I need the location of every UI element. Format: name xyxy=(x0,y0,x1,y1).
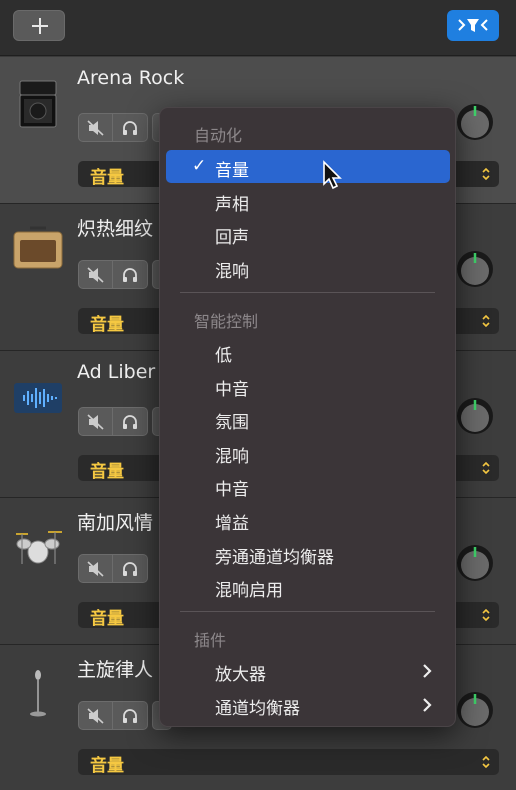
menu-item-reverb-smart[interactable]: 混响 xyxy=(166,436,450,469)
menu-item-mid[interactable]: 中音 xyxy=(166,369,450,402)
chevron-updown-icon xyxy=(482,167,490,181)
menu-item-amplifier[interactable]: 放大器 xyxy=(166,654,450,687)
menu-separator xyxy=(180,611,435,612)
volume-knob[interactable] xyxy=(456,397,494,435)
headphones-icon xyxy=(123,120,137,135)
menu-item-volume[interactable]: ✓ 音量 xyxy=(166,150,450,183)
chevron-right-icon xyxy=(423,664,432,678)
menu-item-reverb-enable[interactable]: 混响启用 xyxy=(166,570,450,603)
volume-knob[interactable] xyxy=(456,544,494,582)
mute-icon xyxy=(86,413,104,430)
mute-icon xyxy=(86,266,104,283)
solo-headphones-button[interactable] xyxy=(113,701,148,730)
headphones-icon xyxy=(123,708,137,723)
solo-headphones-button[interactable] xyxy=(113,260,148,289)
add-track-button[interactable] xyxy=(13,10,65,41)
volume-knob[interactable] xyxy=(456,103,494,141)
menu-item-low[interactable]: 低 xyxy=(166,335,450,368)
track-name: Ad Liber xyxy=(77,361,156,383)
solo-headphones-button[interactable] xyxy=(113,113,148,142)
solo-headphones-button[interactable] xyxy=(113,554,148,583)
chevron-right-icon xyxy=(423,698,432,712)
menu-item-mid-2[interactable]: 中音 xyxy=(166,469,450,502)
parameter-label: 音量 xyxy=(90,756,124,776)
headphones-icon xyxy=(123,267,137,282)
menu-section-header: 插件 xyxy=(194,631,227,650)
menu-section-header: 自动化 xyxy=(194,126,243,145)
parameter-label: 音量 xyxy=(90,315,124,335)
chevron-updown-icon xyxy=(482,314,490,328)
smart-controls-button[interactable] xyxy=(447,10,499,41)
volume-knob[interactable] xyxy=(456,250,494,288)
headphones-icon xyxy=(123,414,137,429)
combo-amp-icon xyxy=(10,222,66,278)
waveform-icon xyxy=(10,369,66,425)
mute-button[interactable] xyxy=(78,260,113,289)
automation-parameter-select[interactable]: 音量 xyxy=(78,749,499,776)
volume-knob[interactable] xyxy=(456,691,494,729)
menu-item-reverb[interactable]: 混响 xyxy=(166,251,450,284)
mute-button[interactable] xyxy=(78,701,113,730)
mute-button[interactable] xyxy=(78,554,113,583)
menu-item-gain[interactable]: 增益 xyxy=(166,503,450,536)
mute-button[interactable] xyxy=(78,113,113,142)
parameter-label: 音量 xyxy=(90,168,124,188)
microphone-icon xyxy=(10,663,66,719)
menu-item-pan[interactable]: 声相 xyxy=(166,184,450,217)
mute-icon xyxy=(86,119,104,136)
chevron-updown-icon xyxy=(482,755,490,769)
mute-icon xyxy=(86,707,104,724)
chevron-updown-icon xyxy=(482,461,490,475)
parameter-label: 音量 xyxy=(90,462,124,482)
menu-separator xyxy=(180,292,435,293)
menu-item-bypass-eq[interactable]: 旁通通道均衡器 xyxy=(166,537,450,570)
checkmark-icon: ✓ xyxy=(192,156,207,176)
menu-item-ambience[interactable]: 氛围 xyxy=(166,402,450,435)
plus-icon xyxy=(32,18,48,34)
track-name: 南加风情 xyxy=(77,512,154,534)
headphones-icon xyxy=(123,561,137,576)
menu-item-channel-eq[interactable]: 通道均衡器 xyxy=(166,688,450,721)
track-name: 炽热细纹 xyxy=(77,218,154,240)
mute-icon xyxy=(86,560,104,577)
solo-headphones-button[interactable] xyxy=(113,407,148,436)
menu-section-header: 智能控制 xyxy=(194,312,259,331)
drum-kit-icon xyxy=(10,516,66,572)
mute-button[interactable] xyxy=(78,407,113,436)
track-name: Arena Rock xyxy=(77,67,185,89)
top-toolbar xyxy=(0,0,516,56)
menu-item-echo[interactable]: 回声 xyxy=(166,217,450,250)
filter-icon xyxy=(458,19,488,32)
parameter-menu: 自动化 ✓ 音量 声相 回声 混响 智能控制 低 中音 氛围 混响 中音 增益 … xyxy=(159,107,456,727)
mouse-pointer-icon xyxy=(323,160,342,190)
track-name: 主旋律人 xyxy=(77,659,154,681)
chevron-updown-icon xyxy=(482,608,490,622)
amp-head-icon xyxy=(10,75,66,131)
parameter-label: 音量 xyxy=(90,609,124,629)
